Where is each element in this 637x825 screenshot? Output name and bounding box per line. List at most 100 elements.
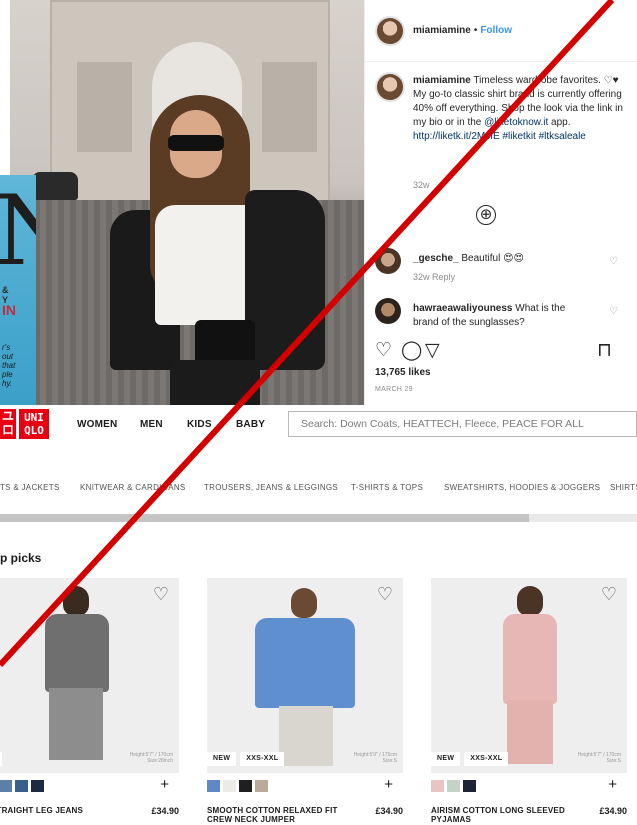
color-swatch[interactable] — [447, 780, 460, 792]
search-input[interactable]: Search: Down Coats, HEATTECH, Fleece, PE… — [288, 411, 637, 437]
arch-relief-right — [262, 62, 317, 152]
caption-username[interactable]: miamiamine — [413, 75, 471, 86]
caption-mention-link[interactable]: @liketoknow.it — [484, 117, 548, 128]
sunglasses — [168, 135, 224, 151]
share-icon[interactable]: ▽ — [425, 340, 440, 362]
favorite-heart-icon[interactable]: ♡ — [601, 584, 617, 605]
leather-jacket — [245, 190, 325, 370]
badge-new: W — [0, 752, 2, 766]
badge-size-range: XXS-XXL — [464, 752, 509, 766]
model-jacket — [45, 614, 109, 692]
badge-new: NEW — [207, 752, 237, 766]
color-swatch[interactable] — [0, 780, 12, 792]
scrollbar-thumb[interactable] — [0, 514, 529, 522]
color-swatch[interactable] — [15, 780, 28, 792]
badge-row: NEW XXS-XXL — [207, 752, 285, 766]
product-image[interactable]: ♡ NEW XXS-XXL Height:5'7" / 170cm Size:S — [431, 578, 627, 773]
model-head — [517, 586, 543, 616]
comment-icon[interactable]: ◯ — [401, 340, 422, 362]
nav-baby[interactable]: BABY — [236, 419, 265, 430]
product-name[interactable]: SMOOTH COTTON RELAXED FIT CREW NECK JUMP… — [207, 806, 362, 824]
model-trousers — [279, 706, 333, 766]
post-username[interactable]: miamiamine — [413, 25, 471, 36]
magazine-blurb: r's out that ple hy. — [2, 343, 16, 388]
color-swatch[interactable] — [431, 780, 444, 792]
color-swatch[interactable] — [31, 780, 44, 792]
nav-kids[interactable]: KIDS — [187, 419, 212, 430]
category-knitwear[interactable]: KNITWEAR & CARDIGANS — [80, 483, 186, 492]
product-name[interactable]: E STRAIGHT LEG JEANS — [0, 806, 138, 815]
comment-body: Beautiful 😍😍 — [458, 253, 524, 264]
follow-button[interactable]: Follow — [480, 25, 512, 36]
favorite-heart-icon[interactable]: ♡ — [153, 584, 169, 605]
add-to-basket-plus-icon[interactable]: + — [160, 777, 169, 793]
instagram-post-panel: miamiamine • Follow miamiamine Timeless … — [364, 0, 637, 405]
magazine-masthead-letter: N — [0, 183, 36, 279]
bookmark-icon[interactable]: ⊓ — [597, 340, 612, 362]
comment-text: hawraeawaliyouness What is the brand of … — [413, 302, 583, 330]
comment-username[interactable]: _gesche_ — [413, 253, 459, 264]
model-jumper — [255, 618, 355, 708]
add-to-basket-plus-icon[interactable]: + — [608, 777, 617, 793]
favorite-heart-icon[interactable]: ♡ — [377, 584, 393, 605]
category-nav: TS & JACKETS KNITWEAR & CARDIGANS TROUSE… — [0, 473, 637, 503]
color-swatches — [207, 780, 268, 792]
category-tshirts[interactable]: T-SHIRTS & TOPS — [351, 483, 423, 492]
category-sweatshirts[interactable]: SWEATSHIRTS, HOODIES & JOGGERS — [444, 483, 600, 492]
product-price: £34.90 — [151, 806, 179, 816]
uniqlo-katakana-logo[interactable]: ユ ロ — [0, 409, 16, 439]
product-image[interactable]: ♡ NEW XXS-XXL Height:5'9" / 175cm Size:S — [207, 578, 403, 773]
post-date: MARCH 29 — [375, 386, 413, 393]
category-trousers[interactable]: TROUSERS, JEANS & LEGGINGS — [204, 483, 338, 492]
comment-like-heart-icon[interactable]: ♡ — [609, 256, 618, 267]
color-swatch[interactable] — [239, 780, 252, 792]
uniqlo-header: ユ ロ UNI QLO WOMEN MEN KIDS BABY Search: … — [0, 405, 637, 443]
user-avatar[interactable] — [375, 15, 405, 46]
color-swatch[interactable] — [463, 780, 476, 792]
category-coats-jackets[interactable]: TS & JACKETS — [0, 483, 60, 492]
color-swatches — [431, 780, 476, 792]
post-action-bar: ♡ ◯ ▽ ⊓ — [375, 340, 630, 362]
arch-relief-left — [77, 62, 132, 152]
likes-count[interactable]: 13,765 likes — [375, 367, 431, 378]
section-title: p picks — [0, 551, 42, 565]
category-scrollbar[interactable] — [0, 514, 637, 522]
add-to-basket-plus-icon[interactable]: + — [384, 777, 393, 793]
caption-hashtags[interactable]: #liketkit #ltksaleale — [500, 131, 585, 142]
separator-dot: • — [473, 25, 478, 36]
comment-meta[interactable]: 32w Reply — [413, 272, 455, 282]
product-card[interactable]: ♡ W Height:5'7" / 170cm Size:28inch + E … — [0, 578, 179, 825]
comment-avatar[interactable] — [375, 248, 401, 274]
product-price: £34.90 — [375, 806, 403, 816]
color-swatch[interactable] — [207, 780, 220, 792]
uniqlo-logo[interactable]: UNI QLO — [19, 409, 49, 439]
product-card[interactable]: ♡ NEW XXS-XXL Height:5'9" / 175cm Size:S… — [207, 578, 403, 825]
color-swatch[interactable] — [223, 780, 236, 792]
caption-url-link[interactable]: http://liketk.it/2McfE — [413, 131, 500, 142]
heart-icon[interactable]: ♡ — [375, 340, 392, 362]
category-shirts[interactable]: SHIRTS — [610, 483, 637, 492]
instagram-post-photo[interactable] — [10, 0, 364, 405]
post-header: miamiamine • Follow — [365, 0, 637, 62]
caption-avatar[interactable] — [375, 72, 405, 102]
load-more-comments-button[interactable]: ⊕ — [476, 205, 496, 225]
nav-men[interactable]: MEN — [140, 419, 163, 430]
model-pyjama-top — [503, 614, 557, 704]
logo-line: QLO — [24, 424, 44, 437]
car — [32, 172, 78, 200]
product-name[interactable]: AIRISM COTTON LONG SLEEVED PYJAMAS — [431, 806, 586, 824]
product-image[interactable]: ♡ W Height:5'7" / 170cm Size:28inch — [0, 578, 179, 773]
comment-text: _gesche_ Beautiful 😍😍 — [413, 252, 583, 266]
color-swatch[interactable] — [255, 780, 268, 792]
model-jeans — [49, 688, 103, 760]
caption-age: 32w — [413, 180, 430, 190]
black-trousers — [170, 360, 260, 405]
product-card[interactable]: ♡ NEW XXS-XXL Height:5'7" / 170cm Size:S… — [431, 578, 627, 825]
comment-username[interactable]: hawraeawaliyouness — [413, 303, 513, 314]
comment-like-heart-icon[interactable]: ♡ — [609, 306, 618, 317]
magazine-headline: IN — [2, 302, 16, 318]
comment-avatar[interactable] — [375, 298, 401, 324]
model-head — [291, 588, 317, 618]
nav-women[interactable]: WOMEN — [77, 419, 117, 430]
badge-new: NEW — [431, 752, 461, 766]
